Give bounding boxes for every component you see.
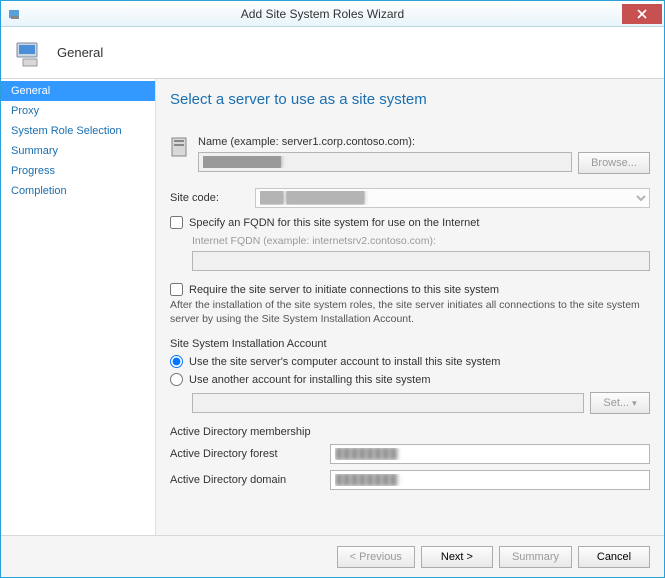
wizard-window: Add Site System Roles Wizard General Gen… (0, 0, 665, 578)
chevron-down-icon: ▾ (632, 398, 637, 408)
wizard-footer: < Previous Next > Summary Cancel (1, 535, 664, 577)
close-button[interactable] (622, 4, 662, 24)
sitecode-label: Site code: (170, 192, 255, 204)
radio-other-account[interactable] (170, 373, 183, 386)
set-button-label: Set... (603, 397, 629, 409)
require-description: After the installation of the site syste… (170, 299, 650, 326)
fqdn-checkbox-label: Specify an FQDN for this site system for… (189, 217, 479, 229)
ad-section: Active Directory membership (170, 426, 650, 438)
ad-forest-input[interactable] (330, 444, 650, 464)
ad-forest-label: Active Directory forest (170, 448, 320, 460)
name-input[interactable] (198, 152, 572, 172)
sidebar-item-general[interactable]: General (1, 81, 155, 101)
sidebar-item-summary[interactable]: Summary (1, 141, 155, 161)
app-icon (7, 6, 23, 22)
radio-other-label: Use another account for installing this … (189, 374, 431, 386)
install-account-section: Site System Installation Account (170, 338, 650, 350)
sidebar-item-proxy[interactable]: Proxy (1, 101, 155, 121)
radio-computer-label: Use the site server's computer account t… (189, 356, 500, 368)
previous-button[interactable]: < Previous (337, 546, 415, 568)
ad-domain-label: Active Directory domain (170, 474, 320, 486)
main-panel: Select a server to use as a site system … (156, 79, 664, 535)
account-input[interactable] (192, 393, 584, 413)
page-title: Select a server to use as a site system (170, 91, 650, 108)
radio-computer-account[interactable] (170, 355, 183, 368)
wizard-header: General (1, 27, 664, 79)
server-small-icon (170, 136, 190, 160)
header-title: General (57, 45, 103, 60)
titlebar: Add Site System Roles Wizard (1, 1, 664, 27)
wizard-body: General Proxy System Role Selection Summ… (1, 79, 664, 535)
server-icon (13, 37, 45, 69)
fqdn-checkbox[interactable] (170, 216, 183, 229)
close-icon (637, 9, 647, 19)
set-button[interactable]: Set... ▾ (590, 392, 650, 414)
sidebar-item-completion[interactable]: Completion (1, 181, 155, 201)
require-checkbox-label: Require the site server to initiate conn… (189, 284, 499, 296)
fqdn-hint: Internet FQDN (example: internetsrv2.con… (192, 235, 650, 247)
sidebar: General Proxy System Role Selection Summ… (1, 79, 156, 535)
browse-button[interactable]: Browse... (578, 152, 650, 174)
sidebar-item-system-role[interactable]: System Role Selection (1, 121, 155, 141)
next-button[interactable]: Next > (421, 546, 493, 568)
fqdn-input[interactable] (192, 251, 650, 271)
ad-domain-input[interactable] (330, 470, 650, 490)
require-checkbox[interactable] (170, 283, 183, 296)
sitecode-select[interactable]: ███ ██████████ (255, 188, 650, 208)
cancel-button[interactable]: Cancel (578, 546, 650, 568)
sidebar-item-progress[interactable]: Progress (1, 161, 155, 181)
name-label: Name (example: server1.corp.contoso.com)… (198, 136, 650, 148)
window-title: Add Site System Roles Wizard (23, 7, 622, 21)
summary-button[interactable]: Summary (499, 546, 572, 568)
